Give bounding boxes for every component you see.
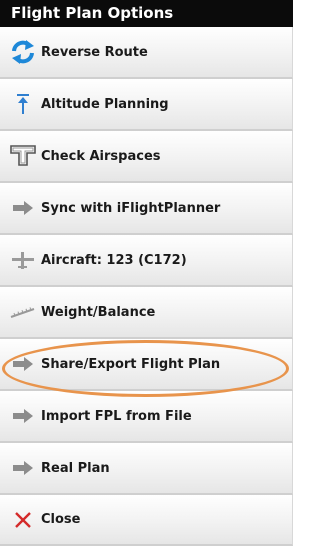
import-fpl-label: Import FPL from File: [41, 408, 192, 424]
altitude-arrow-icon: [9, 90, 37, 118]
check-airspaces-button[interactable]: Check Airspaces: [0, 131, 293, 183]
weight-balance-button[interactable]: Weight/Balance: [0, 287, 293, 339]
reverse-arrows-icon: [9, 38, 37, 66]
share-export-button[interactable]: Share/Export Flight Plan: [0, 339, 293, 391]
altitude-planning-button[interactable]: Altitude Planning: [0, 79, 293, 131]
weight-balance-label: Weight/Balance: [41, 304, 156, 320]
real-plan-label: Real Plan: [41, 460, 110, 476]
close-label: Close: [41, 512, 81, 527]
close-x-icon: [9, 506, 37, 534]
flight-plan-options-menu: Reverse Route Altitude Planning Check Ai…: [0, 27, 293, 546]
aircraft-label: Aircraft: 123 (C172): [41, 252, 187, 268]
sync-iflightplanner-button[interactable]: Sync with iFlightPlanner: [0, 183, 293, 235]
reverse-route-label: Reverse Route: [41, 44, 148, 60]
check-airspaces-label: Check Airspaces: [41, 148, 161, 164]
arrow-right-icon: [9, 454, 37, 482]
scale-ruler-icon: [9, 298, 37, 326]
arrow-right-icon: [9, 402, 37, 430]
arrow-right-icon: [9, 194, 37, 222]
menu-title: Flight Plan Options: [0, 0, 293, 27]
sync-iflightplanner-label: Sync with iFlightPlanner: [41, 200, 221, 216]
aircraft-button[interactable]: Aircraft: 123 (C172): [0, 235, 293, 287]
altitude-planning-label: Altitude Planning: [41, 96, 169, 112]
airplane-icon: [9, 246, 37, 274]
reverse-route-button[interactable]: Reverse Route: [0, 27, 293, 79]
arrow-right-icon: [9, 350, 37, 378]
close-button[interactable]: Close: [0, 495, 293, 546]
airspace-shape-icon: [9, 142, 37, 170]
share-export-label: Share/Export Flight Plan: [41, 356, 221, 372]
import-fpl-button[interactable]: Import FPL from File: [0, 391, 293, 443]
real-plan-button[interactable]: Real Plan: [0, 443, 293, 495]
